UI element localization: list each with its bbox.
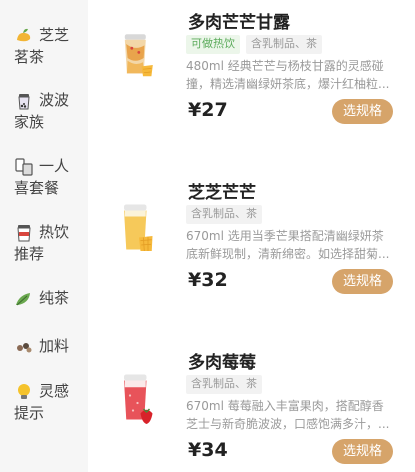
product-image: [124, 34, 153, 77]
sidebar-item-mango-tea[interactable]: 芝芝茗茶: [0, 24, 88, 68]
sidebar-item-combo[interactable]: 一人喜套餐: [0, 155, 88, 199]
product-tags: 含乳制品、茶: [186, 375, 262, 395]
product-name: 多肉莓莓: [188, 353, 256, 373]
combo-meal-icon: [15, 158, 33, 176]
sidebar-item-pure-tea[interactable]: 纯茶: [0, 287, 88, 309]
tea-leaf-icon: [16, 293, 30, 306]
boba-cup-icon: [18, 94, 30, 110]
sidebar-item-toppings[interactable]: 加料: [0, 335, 88, 357]
sidebar-item-hot-drinks[interactable]: 热饮推荐: [0, 221, 88, 265]
toppings-icon: [17, 343, 32, 353]
product-card[interactable]: 多肉莓莓 含乳制品、茶 670ml 莓莓融入丰富果肉，搭配醇香芝士与新奇脆波波，…: [88, 340, 415, 472]
tag-ingredients: 含乳制品、茶: [246, 35, 322, 54]
product-name: 多肉芒芒甘露: [188, 13, 290, 33]
product-tags: 含乳制品、茶: [186, 205, 262, 225]
product-name: 芝芝芒芒: [188, 183, 256, 203]
product-description: 670ml 莓莓融入丰富果肉，搭配醇香芝士与新奇脆波波，口感饱满多汁，...: [186, 399, 390, 431]
mango-tea-icon: [17, 28, 31, 42]
select-spec-button[interactable]: 选规格: [332, 269, 393, 294]
sidebar-item-inspiration[interactable]: 灵感提示: [0, 380, 88, 424]
product-image: [124, 374, 153, 424]
select-spec-button[interactable]: 选规格: [332, 99, 393, 124]
tag-ingredients: 含乳制品、茶: [186, 375, 262, 394]
hot-drink-icon: [17, 225, 31, 242]
product-price: ¥27: [188, 99, 228, 121]
lightbulb-icon: [18, 384, 30, 399]
product-card[interactable]: 多肉芒芒甘露 可做热饮 含乳制品、茶 480ml 经典芒芒与杨枝甘露的灵感碰撞，…: [88, 0, 415, 150]
product-description: 480ml 经典芒芒与杨枝甘露的灵感碰撞，精选清幽绿妍茶底，爆汁红柚粒...: [186, 59, 390, 91]
tag-hot-available: 可做热饮: [186, 35, 240, 54]
product-tags: 可做热饮 含乳制品、茶: [186, 35, 322, 55]
sidebar-item-boba[interactable]: 波波家族: [0, 89, 88, 133]
product-list: 多肉芒芒甘露 可做热饮 含乳制品、茶 480ml 经典芒芒与杨枝甘露的灵感碰撞，…: [88, 0, 415, 472]
tag-ingredients: 含乳制品、茶: [186, 205, 262, 224]
select-spec-button[interactable]: 选规格: [332, 439, 393, 464]
product-price: ¥34: [188, 439, 228, 461]
product-image: [124, 204, 153, 252]
product-price: ¥32: [188, 269, 228, 291]
product-description: 670ml 选用当季芒果搭配清幽绿妍茶底新鲜现制，清新绵密。如选择甜菊...: [186, 229, 390, 261]
product-card[interactable]: 芝芝芒芒 含乳制品、茶 670ml 选用当季芒果搭配清幽绿妍茶底新鲜现制，清新绵…: [88, 170, 415, 320]
category-sidebar: 芝芝茗茶 波波家族 一人喜套餐 热饮推荐 纯茶 加料 灵感提示: [0, 0, 88, 472]
